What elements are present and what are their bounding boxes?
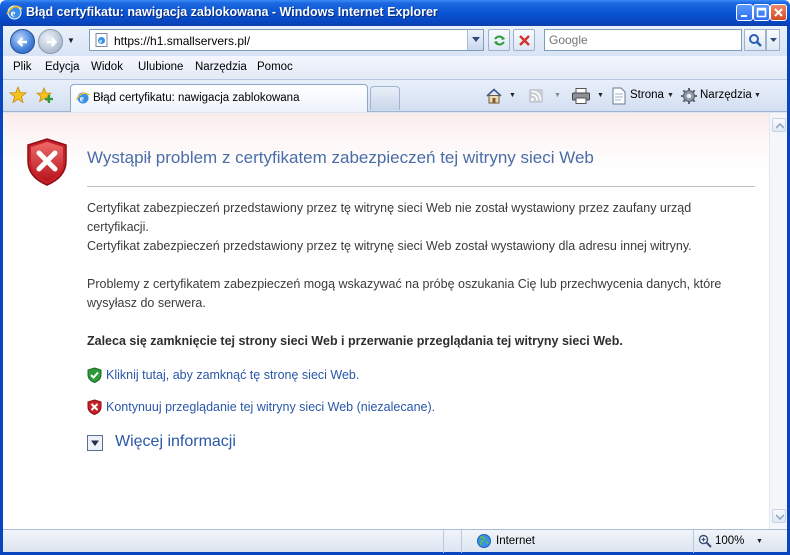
- warning-phishing-risk: Problemy z certyfikatem zabezpieczeń mog…: [87, 277, 722, 310]
- chevron-down-icon: [472, 37, 480, 42]
- status-divider: [693, 530, 694, 553]
- rss-feed-icon[interactable]: [527, 87, 545, 105]
- zoom-dropdown-arrow[interactable]: ▼: [756, 538, 763, 545]
- arrow-right-icon: [47, 37, 58, 47]
- tab-bar: e Błąd certyfikatu: nawigacja zablokowan…: [3, 80, 787, 112]
- close-page-link-label[interactable]: Kliknij tutaj, aby zamknąć tę stronę sie…: [106, 368, 359, 382]
- search-input[interactable]: [549, 33, 734, 47]
- menu-tools[interactable]: Narzędzia: [195, 61, 247, 73]
- close-icon: [774, 8, 783, 17]
- chevron-down-icon: [770, 38, 777, 42]
- forward-button[interactable]: [38, 29, 63, 54]
- title-divider: [87, 186, 755, 187]
- security-zone-label: Internet: [496, 535, 535, 547]
- scroll-up-button[interactable]: [772, 118, 786, 132]
- menu-edit[interactable]: Edycja: [45, 61, 80, 73]
- new-tab-button[interactable]: [370, 86, 400, 110]
- red-shield-error-icon: [27, 138, 67, 186]
- feed-dropdown-arrow[interactable]: ▼: [554, 92, 561, 99]
- minimize-button[interactable]: [736, 4, 753, 21]
- arrow-left-icon: [16, 37, 27, 47]
- zoom-magnifier-icon[interactable]: [698, 534, 712, 548]
- scroll-down-button[interactable]: [772, 509, 786, 523]
- tools-dropdown-arrow[interactable]: ▼: [754, 92, 761, 99]
- recommendation-text: Zaleca się zamknięcie tej strony sieci W…: [87, 334, 623, 348]
- warning-address-mismatch: Certyfikat zabezpieczeń przedstawiony pr…: [87, 239, 692, 253]
- page-title: Wystąpił problem z certyfikatem zabezpie…: [87, 148, 594, 167]
- search-options-button[interactable]: [766, 29, 780, 51]
- menu-bar: Plik Edycja Widok Ulubione Narzędzia Pom…: [3, 56, 787, 80]
- title-bar: e Błąd certyfikatu: nawigacja zablokowan…: [0, 0, 790, 26]
- continue-link-label[interactable]: Kontynuuj przeglądanie tej witryny sieci…: [106, 400, 435, 414]
- favorites-star-icon[interactable]: [9, 86, 27, 104]
- add-favorite-icon[interactable]: [36, 86, 54, 104]
- chevron-up-icon: [776, 123, 784, 129]
- red-shield-x-icon: [87, 399, 102, 415]
- globe-icon: [477, 534, 491, 548]
- menu-view[interactable]: Widok: [91, 61, 123, 73]
- stop-x-icon: [519, 35, 530, 46]
- ie-page-icon: e: [76, 92, 90, 104]
- expand-down-arrow-icon: [87, 435, 103, 451]
- maximize-icon: [756, 7, 767, 18]
- menu-favorites[interactable]: Ulubione: [138, 61, 183, 73]
- vertical-scrollbar[interactable]: [769, 113, 787, 529]
- address-dropdown-button[interactable]: [467, 30, 483, 50]
- menu-help[interactable]: Pomoc: [257, 61, 293, 73]
- status-bar: Internet 100% ▼: [3, 529, 787, 553]
- page-icon[interactable]: [611, 87, 627, 105]
- refresh-icon: [494, 35, 505, 46]
- status-divider: [461, 530, 462, 553]
- page-menu-label[interactable]: Strona: [630, 89, 664, 101]
- more-information-label[interactable]: Więcej informacji: [115, 433, 236, 451]
- page-dropdown-arrow[interactable]: ▼: [667, 92, 674, 99]
- navigation-bar: ▼ e https://h1.smallservers.pl/: [3, 26, 787, 56]
- status-divider: [443, 530, 444, 553]
- gear-icon[interactable]: [680, 87, 698, 105]
- magnifier-icon: [749, 34, 762, 47]
- refresh-button[interactable]: [488, 29, 510, 51]
- window-title: Błąd certyfikatu: nawigacja zablokowana …: [26, 5, 438, 19]
- back-button[interactable]: [10, 29, 35, 54]
- page-ie-icon: e: [95, 33, 108, 47]
- search-box[interactable]: [544, 29, 742, 51]
- tab-certificate-error[interactable]: e Błąd certyfikatu: nawigacja zablokowan…: [70, 84, 368, 112]
- tab-label: Błąd certyfikatu: nawigacja zablokowana: [93, 92, 300, 104]
- printer-icon[interactable]: [571, 87, 591, 105]
- url-text[interactable]: https://h1.smallservers.pl/: [114, 34, 250, 48]
- search-button[interactable]: [744, 29, 766, 51]
- home-icon[interactable]: [485, 87, 503, 105]
- print-dropdown-arrow[interactable]: ▼: [597, 92, 604, 99]
- tools-menu-label[interactable]: Narzędzia: [700, 89, 752, 101]
- close-window-button[interactable]: [770, 4, 787, 21]
- address-bar[interactable]: e https://h1.smallservers.pl/: [89, 29, 484, 51]
- zoom-level[interactable]: 100%: [715, 535, 744, 547]
- page-content: Wystąpił problem z certyfikatem zabezpie…: [3, 113, 769, 529]
- ie-logo-icon: e: [6, 5, 23, 20]
- minimize-icon: [741, 15, 747, 17]
- home-dropdown-arrow[interactable]: ▼: [509, 92, 516, 99]
- history-dropdown-arrow[interactable]: ▼: [67, 36, 75, 45]
- svg-text:e: e: [99, 38, 102, 45]
- menu-file[interactable]: Plik: [13, 61, 32, 73]
- maximize-button[interactable]: [753, 4, 770, 21]
- chevron-down-icon: [776, 514, 784, 520]
- warning-untrusted-issuer: Certyfikat zabezpieczeń przedstawiony pr…: [87, 201, 692, 234]
- stop-button[interactable]: [513, 29, 535, 51]
- green-shield-check-icon: [87, 367, 102, 383]
